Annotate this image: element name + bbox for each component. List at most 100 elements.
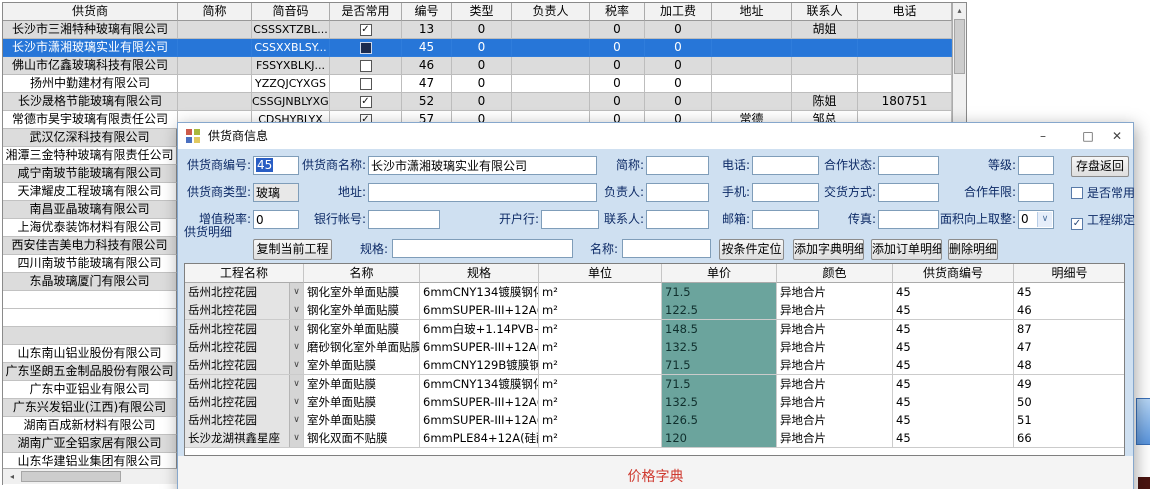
spec-filter-input[interactable] <box>392 239 573 258</box>
column-header-common[interactable]: 是否常用 <box>330 3 402 21</box>
supplier-list-item[interactable]: 上海优泰装饰材料有限公司 <box>3 219 177 237</box>
supplier-row-cell-id[interactable]: 47 <box>402 75 452 93</box>
grid-cell[interactable]: 148.5 <box>662 320 777 339</box>
supplier-row-cell-addr[interactable] <box>712 75 792 93</box>
email-input[interactable] <box>752 210 819 229</box>
close-button[interactable]: ✕ <box>1100 123 1134 149</box>
supplier-list-item[interactable]: 西安佳吉美电力科技有限公司 <box>3 237 177 255</box>
supplier-row-cell-tax[interactable]: 0 <box>590 75 645 93</box>
column-header-addr[interactable]: 地址 <box>712 3 792 21</box>
grid-cell[interactable]: m² <box>539 301 662 320</box>
grid-cell[interactable]: 室外单面贴膜 <box>304 411 420 430</box>
manager-input[interactable] <box>646 183 709 202</box>
supplier_name-input[interactable] <box>368 156 597 175</box>
scroll-up-icon[interactable]: ▴ <box>953 3 966 18</box>
chevron-down-icon[interactable]: ∨ <box>289 393 303 411</box>
supplier-row-cell-common[interactable] <box>330 57 402 75</box>
supplier-row-cell-addr[interactable] <box>712 93 792 111</box>
grid-cell[interactable]: 132.5 <box>662 338 777 357</box>
grid-cell[interactable]: 71.5 <box>662 375 777 394</box>
grid-cell[interactable]: 45 <box>1014 283 1125 302</box>
supplier-row-cell-fee[interactable]: 0 <box>645 75 712 93</box>
supplier-row-cell-pinyin[interactable]: CSSGJNBLYXGS <box>252 93 330 111</box>
chevron-down-icon[interactable]: ∨ <box>289 411 303 429</box>
grid-cell[interactable]: 45 <box>893 375 1014 394</box>
grid-cell[interactable]: 钢化室外单面贴膜 <box>304 301 420 320</box>
common-use-checkbox[interactable]: 是否常用 <box>1071 186 1135 202</box>
grid-cell[interactable]: 6mmSUPER-III+12A(硅... <box>420 411 539 430</box>
supplier-row-cell-manager[interactable] <box>512 93 590 111</box>
column-header-tax[interactable]: 税率 <box>590 3 645 21</box>
supplier-row-cell-supplier[interactable]: 长沙市潇湘玻璃实业有限公司 <box>3 39 178 57</box>
supplier-row-cell-common[interactable] <box>330 39 402 57</box>
column-header-contact[interactable]: 联系人 <box>792 3 858 21</box>
supplier-row-cell-supplier[interactable]: 扬州中勤建材有限公司 <box>3 75 178 93</box>
supplier-list-item[interactable]: 咸宁南玻节能玻璃有限公司 <box>3 165 177 183</box>
scrollbar-thumb[interactable] <box>21 471 121 482</box>
supplier-row-cell-contact[interactable] <box>792 57 858 75</box>
grid-cell[interactable]: 51 <box>1014 411 1125 430</box>
supplier-row-cell-phone[interactable] <box>858 57 952 75</box>
grid-cell[interactable]: 6mmCNY134镀膜钢化 <box>420 283 539 302</box>
add-dict-detail-button[interactable]: 添加字典明细 <box>793 239 864 260</box>
supplier-row-cell-abbr[interactable] <box>178 39 252 57</box>
grid-cell[interactable]: m² <box>539 338 662 357</box>
grid-cell[interactable]: 120 <box>662 429 777 448</box>
supplier-list-item[interactable]: 武汉亿深科技有限公司 <box>3 129 177 147</box>
grid-cell[interactable]: 异地合片 <box>777 356 893 375</box>
grid-cell[interactable]: m² <box>539 320 662 339</box>
supplier-row-cell-common[interactable] <box>330 75 402 93</box>
supplier-row-cell-phone[interactable]: 180751 <box>858 93 952 111</box>
supplier-list-item[interactable]: 广东兴发铝业(江西)有限公司 <box>3 399 177 417</box>
common-checkbox-checked-icon[interactable]: ✓ <box>360 24 372 36</box>
column-header-fee[interactable]: 加工费 <box>645 3 712 21</box>
supplier-row-cell-phone[interactable] <box>858 75 952 93</box>
grid-cell[interactable]: 47 <box>1014 338 1125 357</box>
grid-cell[interactable]: 6mmCNY134镀膜钢化 <box>420 375 539 394</box>
supplier-row-cell-manager[interactable] <box>512 75 590 93</box>
grid-cell[interactable]: 钢化双面不贴膜 <box>304 429 420 448</box>
grid-cell[interactable]: 6mm白玻+1.14PVB+6mm... <box>420 320 539 339</box>
checkbox-box-icon[interactable]: ✓ <box>1071 218 1083 230</box>
supplier-row-cell-manager[interactable] <box>512 39 590 57</box>
supplier-row-cell-id[interactable]: 52 <box>402 93 452 111</box>
minimize-button[interactable]: – <box>1026 123 1060 149</box>
chevron-down-icon[interactable]: ∨ <box>289 375 303 393</box>
grid-cell[interactable]: 71.5 <box>662 283 777 302</box>
supplier-row-cell-type[interactable]: 0 <box>452 93 512 111</box>
scroll-left-icon[interactable]: ◂ <box>5 469 19 484</box>
fax-input[interactable] <box>878 210 939 229</box>
supplier-list-item[interactable]: 广东中亚铝业有限公司 <box>3 381 177 399</box>
supplier-row-cell-supplier[interactable]: 长沙晟格节能玻璃有限公司 <box>3 93 178 111</box>
grid-project-combobox[interactable]: 岳州北控花园∨ <box>185 301 304 320</box>
supplier-row-cell-phone[interactable] <box>858 39 952 57</box>
grid-project-combobox[interactable]: 长沙龙湖祺鑫星座∨ <box>185 429 304 448</box>
supplier-row-cell-id[interactable]: 46 <box>402 57 452 75</box>
supplier-row-cell-type[interactable]: 0 <box>452 39 512 57</box>
grid-cell[interactable]: 45 <box>893 283 1014 302</box>
add-order-detail-button[interactable]: 添加订单明细 <box>871 239 942 260</box>
supplier-list-item[interactable]: 广东坚朗五金制品股份有限公司 <box>3 363 177 381</box>
vertical-scrollbar[interactable]: ▴ <box>952 3 966 122</box>
grid-cell[interactable]: 钢化室外单面贴膜 <box>304 283 420 302</box>
abbr-input[interactable] <box>646 156 709 175</box>
supplier-row-cell-manager[interactable] <box>512 57 590 75</box>
grid-cell[interactable]: 磨砂钢化室外单面贴膜 <box>304 338 420 357</box>
supplier-row-cell-contact[interactable]: 胡姐 <box>792 21 858 39</box>
supplier-row-cell-tax[interactable]: 0 <box>590 57 645 75</box>
grid-cell[interactable]: 45 <box>893 338 1014 357</box>
grid-project-combobox[interactable]: 岳州北控花园∨ <box>185 375 304 394</box>
grade-input[interactable] <box>1018 156 1054 175</box>
grid-project-combobox[interactable]: 岳州北控花园∨ <box>185 356 304 375</box>
grid-cell[interactable]: m² <box>539 375 662 394</box>
supplier-row-cell-manager[interactable] <box>512 21 590 39</box>
phone-input[interactable] <box>752 156 819 175</box>
supplier-list-item[interactable]: 湖南广亚全铝家居有限公司 <box>3 435 177 453</box>
supplier-row-cell-tax[interactable]: 0 <box>590 93 645 111</box>
chevron-down-icon[interactable]: ∨ <box>289 338 303 356</box>
grid-cell[interactable]: 异地合片 <box>777 411 893 430</box>
supplier-row-cell-supplier[interactable]: 常德市昊宇玻璃有限责任公司 <box>3 111 178 129</box>
supplier_type-input[interactable] <box>253 183 299 202</box>
common-checkbox-unchecked-icon[interactable] <box>360 60 372 72</box>
mobile-input[interactable] <box>752 183 819 202</box>
